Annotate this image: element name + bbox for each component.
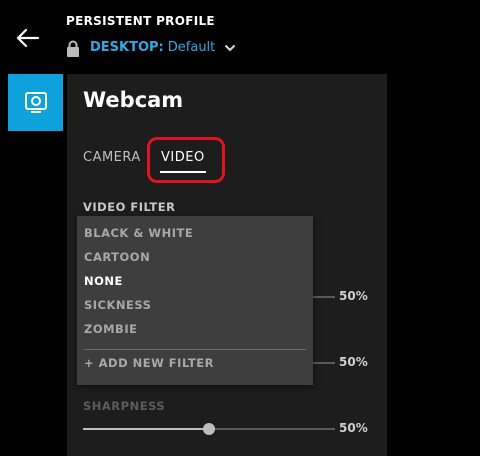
profile-value: Default — [167, 40, 216, 55]
filter-option-zombie[interactable]: ZOMBIE — [84, 322, 137, 336]
chevron-down-icon — [225, 44, 236, 51]
sharpness-fill — [83, 428, 209, 430]
slider-1-value: 50% — [339, 289, 368, 303]
slider-2-value: 50% — [339, 355, 368, 369]
profile-prefix: DESKTOP: — [90, 40, 164, 55]
webcam-icon — [24, 91, 47, 113]
filter-option-sickness[interactable]: SICKNESS — [84, 298, 151, 312]
filter-option-black-white[interactable]: BLACK & WHITE — [84, 226, 193, 240]
panel-title: Webcam — [83, 88, 184, 112]
highlight-annotation — [147, 137, 225, 183]
tab-camera[interactable]: CAMERA — [83, 150, 141, 165]
lock-icon — [67, 40, 79, 57]
sidebar-item-webcam[interactable] — [8, 74, 63, 131]
profile-label: PERSISTENT PROFILE — [66, 14, 215, 28]
add-new-filter-button[interactable]: + ADD NEW FILTER — [84, 356, 214, 370]
back-arrow-icon[interactable] — [14, 26, 40, 50]
video-filter-label: VIDEO FILTER — [83, 200, 176, 214]
dropdown-separator — [84, 349, 306, 350]
sharpness-thumb[interactable] — [203, 423, 215, 435]
filter-option-cartoon[interactable]: CARTOON — [84, 250, 150, 264]
sharpness-label: SHARPNESS — [83, 399, 166, 413]
filter-option-none[interactable]: NONE — [84, 274, 123, 288]
profile-dropdown[interactable]: DESKTOP: Default — [90, 40, 236, 55]
sharpness-value: 50% — [339, 421, 368, 435]
